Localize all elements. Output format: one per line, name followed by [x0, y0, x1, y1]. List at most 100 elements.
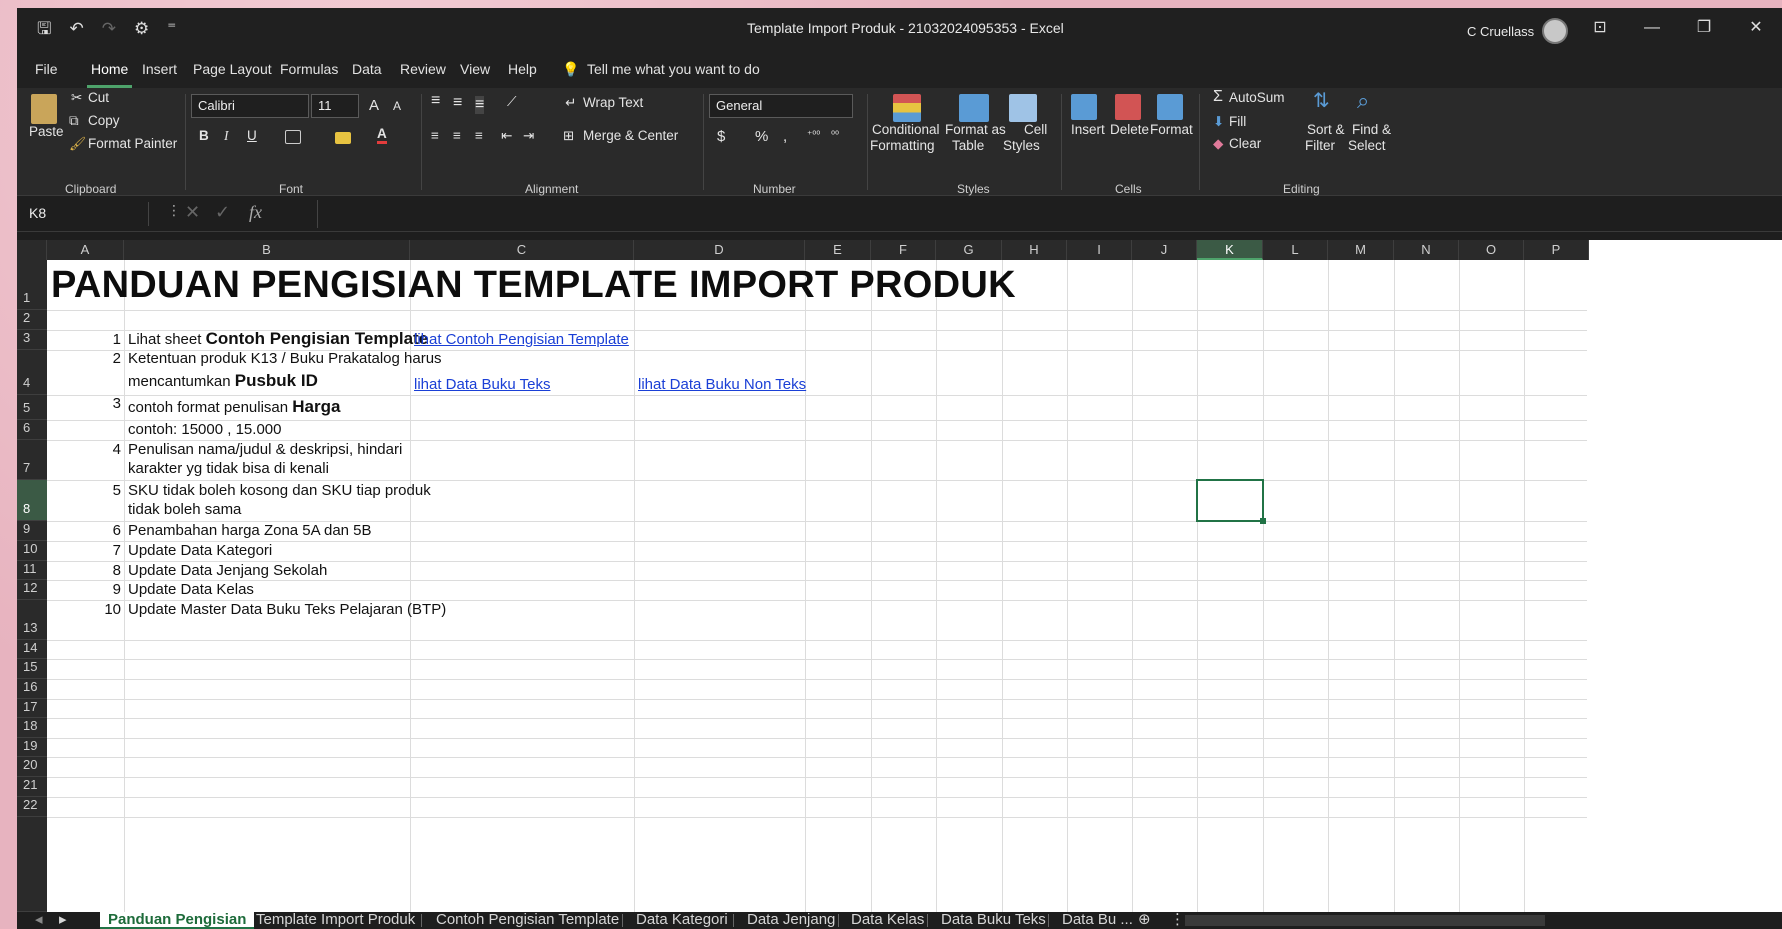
row-header[interactable]: 9 [17, 521, 47, 541]
format-as-table-button[interactable]: Format as [945, 122, 1006, 137]
column-header[interactable]: J [1132, 240, 1197, 260]
column-header-selected[interactable]: K [1197, 240, 1263, 260]
row-header[interactable]: 18 [17, 718, 47, 738]
sheet-tab-data-buku-more[interactable]: Data Bu ... [1062, 912, 1133, 929]
format-painter-icon[interactable]: 🖌 [69, 136, 86, 152]
undo-icon[interactable]: ↶ [69, 18, 83, 40]
fill-color-icon[interactable] [335, 132, 351, 144]
percent-button[interactable]: % [755, 128, 768, 145]
column-header[interactable]: C [410, 240, 634, 260]
align-right-icon[interactable]: ≡ [475, 128, 483, 143]
enter-icon[interactable]: ✓ [215, 202, 230, 223]
save-icon[interactable]: 🖫 [37, 18, 51, 40]
increase-indent-icon[interactable]: ⇥ [523, 128, 534, 144]
find-select-button[interactable]: Find & [1352, 122, 1391, 137]
add-sheet-icon[interactable]: ⊕ [1138, 912, 1151, 929]
wrap-text-button[interactable]: Wrap Text [583, 95, 643, 110]
fill-icon[interactable]: ⬇ [1213, 114, 1224, 130]
row-header[interactable]: 20 [17, 757, 47, 777]
align-bottom-icon[interactable]: ≡ [475, 96, 485, 114]
tab-options-icon[interactable]: ⋮ [1170, 912, 1185, 929]
fill-button[interactable]: Fill [1229, 114, 1246, 129]
row-header[interactable]: 12 [17, 580, 47, 600]
row-header[interactable]: 2 [17, 310, 47, 330]
sheet-tab-panduan-pengisian[interactable]: Panduan Pengisian [100, 912, 255, 929]
user-account[interactable]: C Cruellass [1467, 18, 1569, 44]
select-all-corner[interactable] [17, 240, 47, 260]
sheet-tab-data-jenjang[interactable]: Data Jenjang [747, 912, 835, 929]
column-header[interactable]: P [1524, 240, 1589, 260]
sheet-tab-data-kategori[interactable]: Data Kategori [636, 912, 728, 929]
row-header[interactable]: 21 [17, 777, 47, 797]
column-header[interactable]: M [1328, 240, 1394, 260]
row-header[interactable]: 5 [17, 395, 47, 420]
sheet-tab-template-import-produk[interactable]: Template Import Produk [256, 912, 415, 929]
wrap-text-icon[interactable]: ↵ [565, 95, 576, 111]
customize-icon[interactable]: ⚙ [134, 18, 149, 40]
sheet-tab-data-kelas[interactable]: Data Kelas [851, 912, 924, 929]
column-header[interactable]: L [1263, 240, 1328, 260]
orientation-icon[interactable]: ⟋ [507, 94, 516, 110]
decrease-indent-icon[interactable]: ⇤ [501, 128, 512, 144]
column-header[interactable]: D [634, 240, 805, 260]
row-header[interactable]: 10 [17, 541, 47, 561]
tab-formulas[interactable]: Formulas [280, 52, 338, 88]
row-header[interactable]: 6 [17, 420, 47, 440]
tab-help[interactable]: Help [508, 52, 537, 88]
column-header[interactable]: I [1067, 240, 1132, 260]
row-header[interactable]: 22 [17, 797, 47, 817]
sort-filter-button[interactable]: Sort & [1307, 122, 1345, 137]
next-sheet-icon[interactable]: ▸ [59, 912, 67, 929]
align-middle-icon[interactable]: ≡ [453, 94, 462, 112]
paste-icon[interactable] [31, 94, 57, 124]
cancel-icon[interactable]: ✕ [185, 202, 200, 223]
sheet-tab-data-buku-teks[interactable]: Data Buku Teks [941, 912, 1046, 929]
row-header[interactable]: 19 [17, 738, 47, 757]
tab-data[interactable]: Data [352, 52, 382, 88]
row-header[interactable]: 3 [17, 330, 47, 350]
prev-sheet-icon[interactable]: ◂ [35, 912, 43, 929]
row-header[interactable]: 4 [17, 350, 47, 395]
tab-insert[interactable]: Insert [142, 52, 177, 88]
format-as-table-icon[interactable] [959, 94, 989, 122]
row-header[interactable]: 15 [17, 659, 47, 679]
format-as-table-label[interactable]: Table [952, 138, 984, 153]
grow-font-button[interactable]: A [369, 97, 379, 114]
shrink-font-button[interactable]: A [393, 99, 401, 113]
cut-icon[interactable]: ✂ [71, 90, 82, 106]
cell-styles-button[interactable]: Cell [1024, 122, 1047, 137]
insert-cells-icon[interactable] [1071, 94, 1097, 120]
find-select-label[interactable]: Select [1348, 138, 1386, 153]
active-cell[interactable] [1196, 479, 1266, 524]
row-header[interactable]: 17 [17, 699, 47, 718]
font-family-select[interactable]: Calibri [191, 94, 309, 118]
cut-button[interactable]: Cut [88, 90, 109, 105]
restore-button[interactable]: ❐ [1678, 8, 1730, 48]
row-header[interactable]: 14 [17, 640, 47, 659]
spreadsheet-grid[interactable]: A B C D E F G H I J K L M N O P 1 2 3 4 … [17, 240, 1782, 912]
formula-options-icon[interactable]: ⋮ [167, 202, 181, 219]
tab-home[interactable]: Home [87, 52, 133, 88]
tab-view[interactable]: View [460, 52, 490, 88]
redo-icon[interactable]: ↷ [102, 18, 116, 40]
number-format-select[interactable]: General [709, 94, 853, 118]
format-cells-button[interactable]: Format [1150, 122, 1193, 137]
row-header[interactable]: 16 [17, 679, 47, 699]
row-header[interactable]: 7 [17, 440, 47, 480]
insert-function-button[interactable]: fx [249, 202, 262, 223]
cell-styles-icon[interactable] [1009, 94, 1037, 122]
tell-me-search[interactable]: Tell me what you want to do [587, 52, 760, 88]
cell-styles-label[interactable]: Styles [1003, 138, 1040, 153]
tab-file[interactable]: File [35, 52, 58, 88]
font-size-select[interactable]: 11 [311, 94, 359, 118]
paste-button[interactable]: Paste [29, 124, 64, 139]
sort-filter-label[interactable]: Filter [1305, 138, 1335, 153]
currency-button[interactable]: $ [717, 128, 725, 145]
comma-button[interactable]: , [783, 128, 787, 145]
clear-button[interactable]: Clear [1229, 136, 1261, 151]
copy-icon[interactable]: ⧉ [69, 113, 79, 129]
link-contoh-pengisian[interactable]: lihat Contoh Pengisian Template [414, 331, 629, 348]
row-header[interactable]: 13 [17, 600, 47, 640]
column-header[interactable]: N [1394, 240, 1459, 260]
link-data-buku-non-teks[interactable]: lihat Data Buku Non Teks [638, 376, 806, 393]
